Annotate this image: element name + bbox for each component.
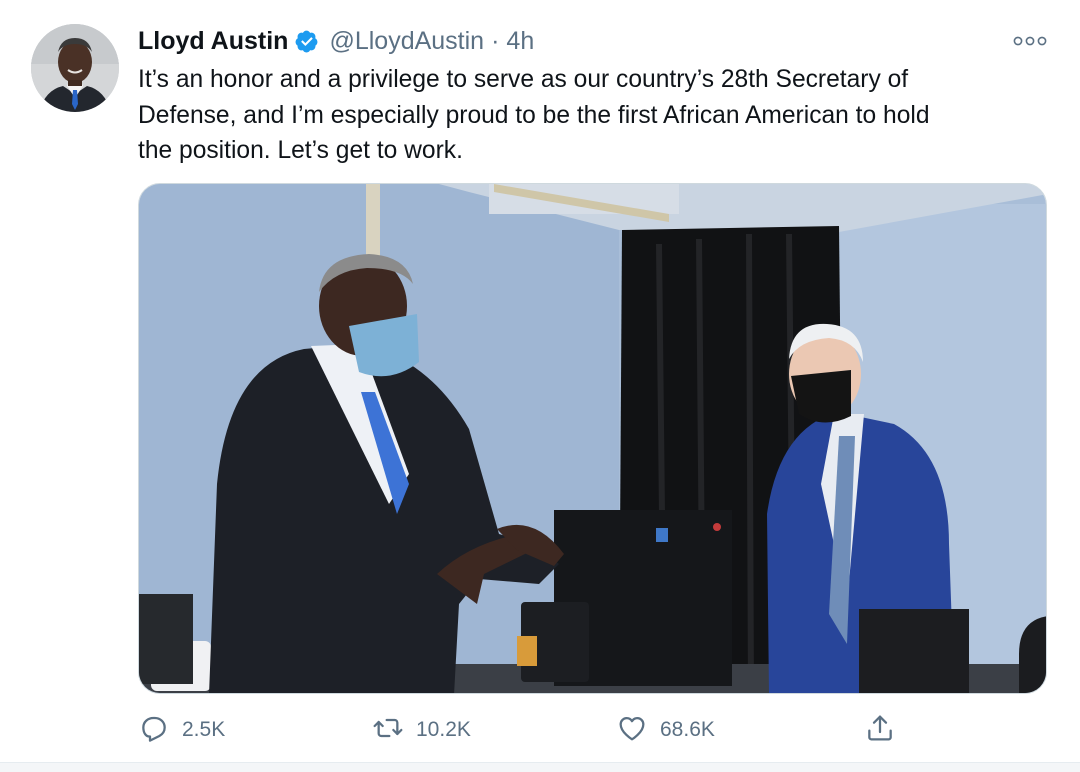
retweet-icon — [372, 712, 404, 749]
like-count: 68.6K — [660, 718, 715, 741]
heart-icon — [616, 712, 648, 749]
tweet-card[interactable]: Lloyd Austin @LloydAustin · 4h It’s an h… — [0, 0, 1080, 772]
tweet-text: It’s an honor and a privilege to serve a… — [138, 66, 930, 164]
verified-badge-icon — [294, 29, 319, 54]
avatar[interactable] — [31, 24, 119, 112]
share-icon — [864, 712, 896, 749]
tweet-header: Lloyd Austin @LloydAustin · 4h — [138, 24, 534, 58]
tweet-divider — [0, 762, 1080, 772]
retweet-count: 10.2K — [416, 718, 471, 741]
reply-icon — [138, 712, 170, 749]
share-button[interactable] — [864, 710, 896, 750]
tweet-timestamp[interactable]: 4h — [506, 27, 534, 56]
tweet-photo[interactable] — [138, 183, 1047, 694]
author-display-name[interactable]: Lloyd Austin — [138, 27, 288, 56]
more-options-icon[interactable] — [1010, 30, 1050, 52]
reply-button[interactable]: 2.5K — [138, 710, 225, 750]
reply-count: 2.5K — [182, 718, 226, 741]
header-separator: · — [491, 26, 500, 55]
retweet-button[interactable]: 10.2K — [372, 710, 471, 750]
tweet-actions: 2.5K 10.2K 68.6K — [138, 710, 1048, 750]
like-button[interactable]: 68.6K — [616, 710, 715, 750]
author-handle[interactable]: @LloydAustin — [329, 27, 484, 56]
